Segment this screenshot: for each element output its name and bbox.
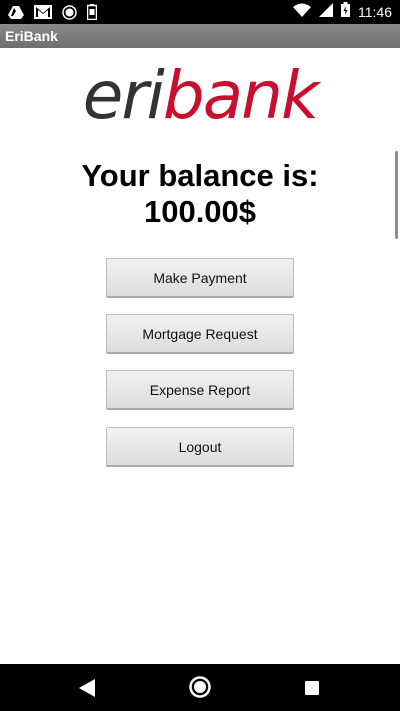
logo-eri: eri <box>82 57 165 134</box>
status-bar: 11:46 <box>0 0 400 24</box>
balance-label: Your balance is: <box>81 158 319 193</box>
app-title: EriBank <box>5 28 58 44</box>
system-icons: 11:46 <box>293 2 392 22</box>
balance-display: Your balance is: 100.00$ <box>0 158 400 230</box>
signal-icon <box>319 2 333 22</box>
balance-amount: 100.00$ <box>143 194 257 229</box>
screen: 11:46 EriBank eribank Your balance is: 1… <box>0 0 400 711</box>
mortgage-request-button[interactable]: Mortgage Request <box>106 314 294 354</box>
notification-icons <box>8 3 97 21</box>
logout-button[interactable]: Logout <box>106 427 294 467</box>
home-icon[interactable] <box>189 676 211 703</box>
battery-saver-icon <box>87 4 97 20</box>
wifi-icon <box>293 3 311 22</box>
logo-bank: bank <box>162 57 319 134</box>
gmail-icon <box>34 5 52 19</box>
expense-report-button[interactable]: Expense Report <box>106 370 294 410</box>
status-time: 11:46 <box>358 4 392 20</box>
eribank-logo: eribank <box>0 56 400 136</box>
drive-icon <box>8 4 24 20</box>
record-icon <box>62 4 77 20</box>
main-content: eribank Your balance is: 100.00$ Make Pa… <box>0 48 400 664</box>
scrollbar[interactable] <box>395 151 398 239</box>
navigation-bar <box>0 664 400 711</box>
back-icon[interactable] <box>79 679 95 702</box>
battery-icon <box>341 2 350 22</box>
recents-icon[interactable] <box>305 681 319 695</box>
make-payment-button[interactable]: Make Payment <box>106 258 294 298</box>
app-title-bar: EriBank <box>0 24 400 48</box>
